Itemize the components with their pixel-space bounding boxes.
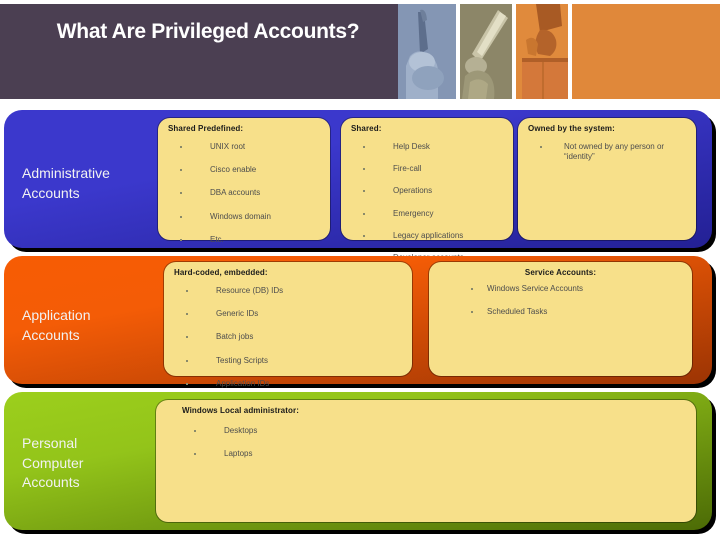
bullet-list: Not owned by any person or “identity” (528, 142, 692, 175)
page-title: What Are Privileged Accounts? (8, 18, 408, 45)
row-label-line1: Administrative (22, 165, 110, 181)
card-hard-coded-embedded[interactable]: Hard-coded, embedded: Resource (DB) IDs … (164, 262, 412, 388)
list-item: Testing Scripts (174, 356, 408, 366)
card-windows-local-administrator[interactable]: Windows Local administrator: Desktops La… (156, 400, 696, 522)
card-title-service-accounts: Service Accounts: (524, 268, 597, 277)
card-shared[interactable]: Shared: Help Desk Fire-call Operations E… (341, 118, 513, 262)
card-shared-predefined[interactable]: Shared Predefined: UNIX root Cisco enabl… (158, 118, 330, 244)
bullet-list: Resource (DB) IDs Generic IDs Batch jobs… (174, 286, 408, 402)
photo-strip-blue-graphic (398, 4, 456, 99)
list-item: Application IDs (174, 379, 408, 389)
list-item: Batch jobs (174, 332, 408, 342)
card-title-owned-by-the-system: Owned by the system: (528, 124, 615, 133)
list-item: Emergency (351, 209, 509, 219)
card-title-shared: Shared: (351, 124, 382, 133)
photo-strip-olive-icon (460, 4, 512, 99)
row-label-application-accounts: Application Accounts (22, 306, 157, 345)
list-item: Scheduled Tasks (459, 307, 688, 317)
row-label-line2: Accounts (22, 184, 80, 201)
list-item: Windows domain (168, 212, 326, 222)
row-label-personal-computer-accounts: Personal Computer Accounts (22, 434, 157, 493)
card-title-shared-predefined: Shared Predefined: (168, 124, 244, 133)
row-label-line3: Accounts (22, 474, 80, 491)
list-item: Fire-call (351, 164, 509, 174)
bullet-list: Windows Service Accounts Scheduled Tasks (459, 284, 688, 330)
photo-strip-olive-graphic (460, 4, 512, 99)
list-item: Laptops (182, 449, 692, 459)
row-label-administrative-accounts: Administrative Accounts (22, 164, 157, 203)
row-label-line2: Accounts (22, 326, 80, 343)
bullet-list: UNIX root Cisco enable DBA accounts Wind… (168, 142, 326, 258)
card-title-hard-coded-embedded: Hard-coded, embedded: (174, 268, 268, 277)
list-item: Windows Service Accounts (459, 284, 688, 294)
list-item: DBA accounts (168, 188, 326, 198)
list-item: Cisco enable (168, 165, 326, 175)
card-service-accounts[interactable]: Service Accounts: Windows Service Accoun… (429, 262, 692, 376)
card-title-windows-local-administrator: Windows Local administrator: (182, 406, 299, 415)
photo-strip-blue-icon (398, 4, 456, 99)
row-application-accounts: Application Accounts Hard-coded, embedde… (4, 256, 716, 388)
list-item: Operations (351, 186, 509, 196)
list-item: Etc. (168, 235, 326, 245)
row-label-line1: Personal (22, 435, 78, 451)
header-accent-panel (572, 4, 720, 99)
list-item: Desktops (182, 426, 692, 436)
list-item: UNIX root (168, 142, 326, 152)
slide-header: What Are Privileged Accounts? (0, 0, 720, 100)
list-item: Not owned by any person or “identity” (528, 142, 692, 162)
row-label-line1: Application (22, 307, 91, 323)
list-item: Resource (DB) IDs (174, 286, 408, 296)
card-owned-by-the-system[interactable]: Owned by the system: Not owned by any pe… (518, 118, 696, 240)
row-label-line2: Computer (22, 454, 84, 471)
page-title-line1: What Are Privileged Accounts? (56, 20, 360, 43)
bullet-list: Desktops Laptops (182, 426, 692, 472)
list-item: Legacy applications (351, 231, 509, 241)
list-item: Generic IDs (174, 309, 408, 319)
row-personal-computer-accounts: Personal Computer Accounts Windows Local… (4, 392, 716, 534)
list-item: Help Desk (351, 142, 509, 152)
photo-strip-orange-graphic (516, 4, 568, 99)
photo-strip-orange-icon (516, 4, 568, 99)
row-administrative-accounts: Administrative Accounts Shared Predefine… (4, 110, 716, 262)
